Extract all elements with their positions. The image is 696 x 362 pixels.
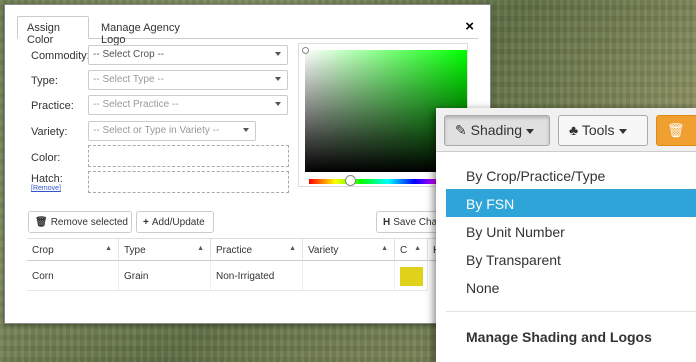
column-header-label: Practice [216, 245, 253, 256]
column-header-crop[interactable]: Crop ▲ [27, 239, 119, 261]
type-label: Type: [31, 75, 58, 87]
save-icon: H [383, 217, 391, 228]
tree-icon: ♣ [569, 122, 579, 138]
chevron-down-icon [275, 77, 281, 81]
color-swatch [400, 267, 423, 286]
menu-item-by-transparent[interactable]: By Transparent [446, 245, 696, 273]
trash-icon: 🗑 [35, 217, 48, 228]
column-header-label: Variety [308, 245, 339, 256]
trash-icon: 🗑 [667, 122, 685, 138]
variety-label: Variety: [31, 126, 68, 138]
shading-toolbar-panel: ✎ Shading ♣ Tools 🗑 By Crop/Practice/Typ… [436, 108, 696, 362]
table-cell-practice[interactable]: Non-Irrigated [211, 261, 303, 291]
sort-icon: ▲ [289, 245, 296, 252]
variety-select-value: -- Select or Type in Variety -- [93, 125, 220, 136]
variety-select[interactable]: -- Select or Type in Variety -- [88, 121, 256, 141]
table-cell-crop[interactable]: Corn [27, 261, 119, 291]
chevron-down-icon [275, 102, 281, 106]
menu-item-by-crop-practice-type[interactable]: By Crop/Practice/Type [446, 161, 696, 189]
sort-icon: ▲ [414, 245, 421, 252]
sort-icon: ▲ [381, 245, 388, 252]
column-header-practice[interactable]: Practice ▲ [211, 239, 303, 261]
type-select-value: -- Select Type -- [93, 74, 164, 85]
sort-icon: ▲ [197, 245, 204, 252]
hatch-remove-link[interactable]: [Remove] [31, 185, 61, 192]
tab-assign-color[interactable]: Assign Color [17, 16, 89, 46]
column-header-label: Crop [32, 245, 54, 256]
practice-select-value: -- Select Practice -- [93, 99, 179, 110]
hue-slider-handle[interactable] [345, 175, 356, 186]
shading-dropdown-button[interactable]: ✎ Shading [444, 115, 550, 146]
menu-item-by-unit-number[interactable]: By Unit Number [446, 217, 696, 245]
menu-item-none[interactable]: None [446, 273, 696, 301]
tools-button-label: Tools [581, 122, 615, 138]
commodity-select-value: -- Select Crop -- [93, 49, 165, 60]
type-select[interactable]: -- Select Type -- [88, 70, 288, 90]
table-cell-type[interactable]: Grain [119, 261, 211, 291]
caret-down-icon [618, 128, 627, 134]
commodity-select[interactable]: -- Select Crop -- [88, 45, 288, 65]
menu-item-by-fsn[interactable]: By FSN [446, 189, 696, 217]
remove-selected-button[interactable]: 🗑 Remove selected [28, 211, 132, 233]
tools-dropdown-button[interactable]: ♣ Tools [558, 115, 648, 146]
practice-select[interactable]: -- Select Practice -- [88, 95, 288, 115]
color-assignment-table: Crop▲ Type▲ Practice▲ Variety▲ C▲ H Corn… [27, 238, 493, 291]
shading-button-label: Shading [470, 122, 523, 138]
chevron-down-icon [275, 52, 281, 56]
hatch-field[interactable] [88, 171, 289, 193]
column-header-variety[interactable]: Variety ▲ [303, 239, 395, 261]
plus-icon: + [143, 217, 149, 228]
remove-selected-label: Remove selected [50, 217, 128, 228]
assign-color-dialog: Assign Color Manage Agency Logo × Commod… [4, 4, 493, 324]
column-header-label: C [400, 245, 408, 256]
commodity-label: Commodity: [31, 50, 90, 62]
dialog-tabs: Assign Color Manage Agency Logo × [17, 16, 478, 46]
sort-icon: ▲ [105, 245, 112, 252]
add-update-button[interactable]: + Add/Update [136, 211, 214, 233]
chevron-down-icon [243, 128, 249, 132]
map-toolbar: ✎ Shading ♣ Tools 🗑 [436, 108, 696, 152]
column-header-label: Type [124, 245, 146, 256]
menu-item-manage-shading-and-logos[interactable]: Manage Shading and Logos [446, 322, 696, 350]
table-cell-variety[interactable] [303, 261, 395, 291]
practice-label: Practice: [31, 100, 74, 112]
menu-divider [446, 311, 696, 312]
add-update-label: Add/Update [151, 217, 205, 228]
column-header-type[interactable]: Type ▲ [119, 239, 211, 261]
column-header-color[interactable]: C ▲ [395, 239, 428, 261]
color-label: Color: [31, 152, 61, 164]
delete-button[interactable]: 🗑 [656, 115, 696, 146]
tab-manage-agency-logo[interactable]: Manage Agency Logo [91, 16, 213, 46]
hatch-label: Hatch: [31, 173, 63, 185]
pencil-icon: ✎ [455, 122, 467, 138]
color-field[interactable] [88, 145, 289, 167]
save-changes-label: Save Cha [393, 217, 438, 228]
color-picker-marker[interactable] [302, 47, 309, 54]
close-icon[interactable]: × [465, 18, 474, 35]
caret-down-icon [526, 128, 535, 134]
